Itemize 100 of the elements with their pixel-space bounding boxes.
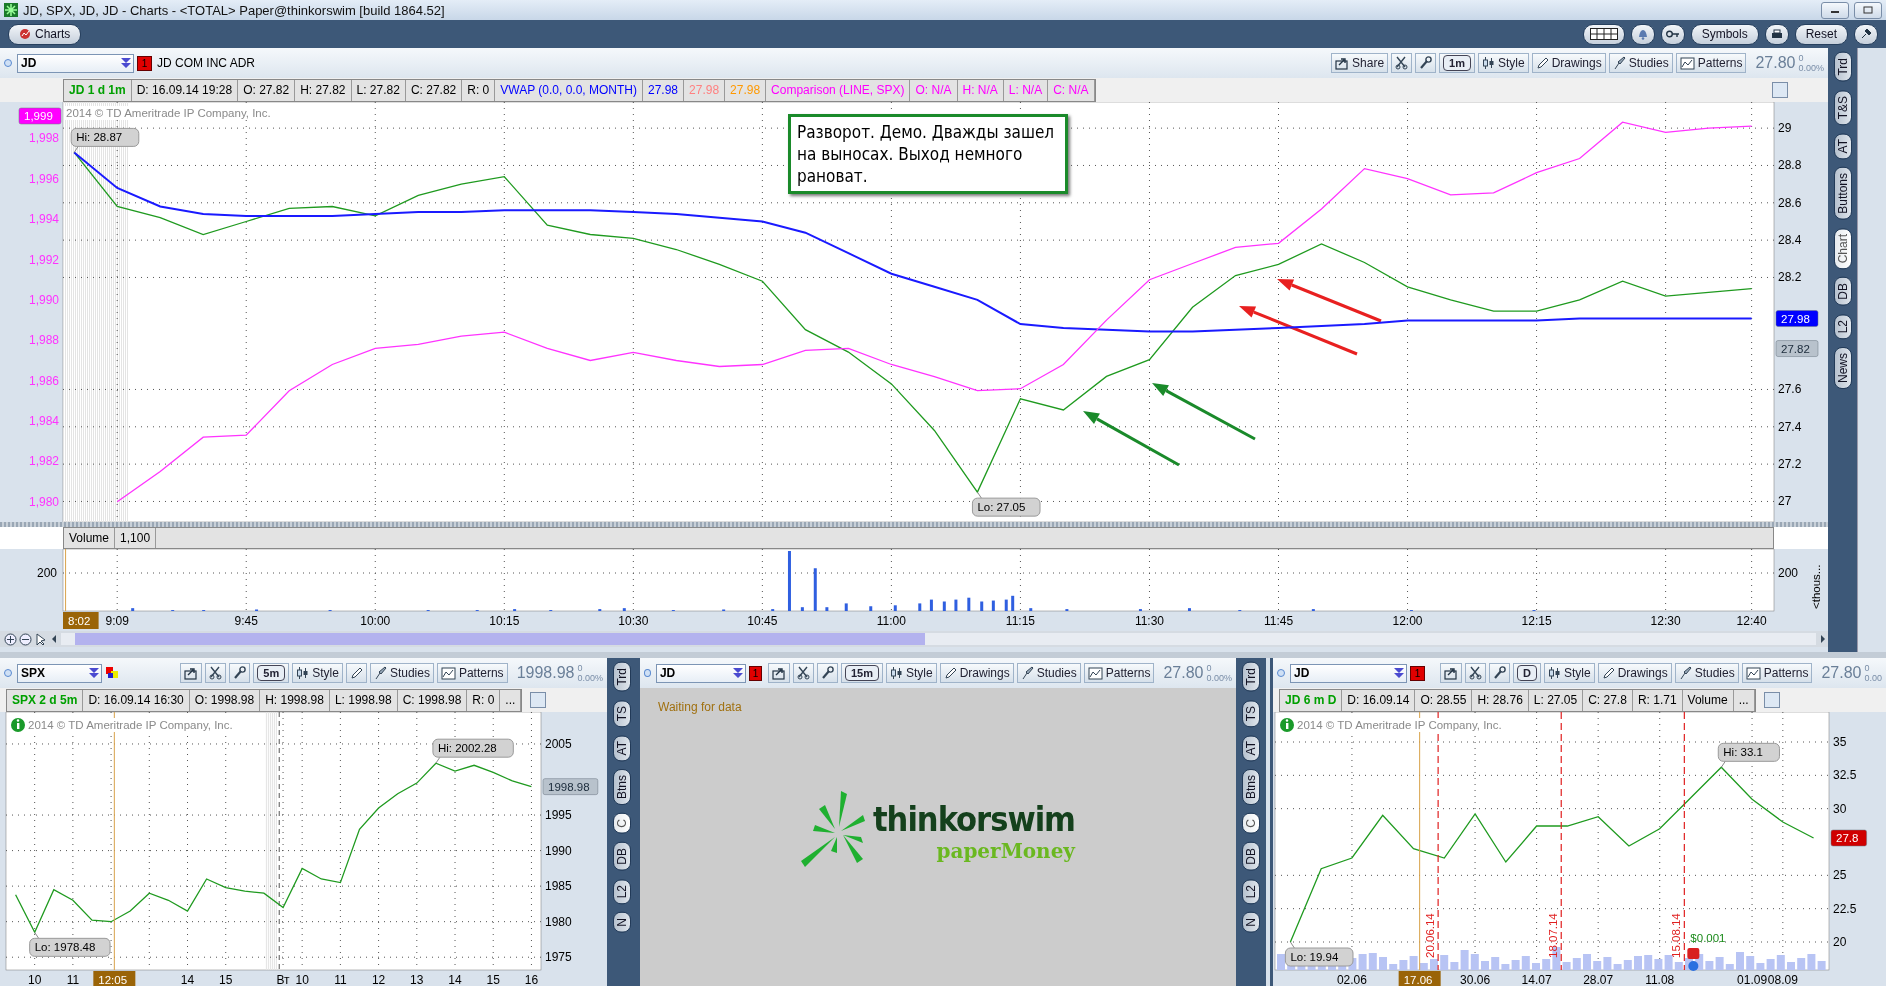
- side-tab[interactable]: Btns: [613, 769, 631, 806]
- symbol-field[interactable]: SPX: [17, 663, 102, 683]
- link-dot-icon[interactable]: [4, 59, 12, 67]
- pin-button[interactable]: [1854, 23, 1878, 45]
- side-tab[interactable]: C: [613, 813, 631, 835]
- symbols-button[interactable]: Symbols: [1690, 23, 1759, 45]
- info-icon[interactable]: [1280, 718, 1294, 732]
- side-tab[interactable]: TS: [1242, 699, 1260, 727]
- side-tab[interactable]: Btns: [1242, 769, 1260, 806]
- symbol-field[interactable]: JD: [655, 663, 747, 683]
- study-icon[interactable]: [530, 692, 547, 708]
- aggregation-button[interactable]: 1m: [1443, 55, 1471, 71]
- side-tab[interactable]: DB: [1833, 277, 1852, 307]
- toolbar-button[interactable]: Studies: [1608, 53, 1673, 73]
- toolbar-button[interactable]: Patterns: [1675, 53, 1747, 73]
- side-tab[interactable]: Buttons: [1833, 167, 1852, 221]
- side-tab[interactable]: C: [1242, 813, 1260, 835]
- toolbar-button[interactable]: Drawings: [1597, 663, 1672, 683]
- toolbar-button[interactable]: Patterns: [436, 663, 508, 683]
- grid-layout-button[interactable]: [1582, 23, 1625, 45]
- alert-button[interactable]: [1630, 23, 1655, 45]
- info-icon[interactable]: [11, 718, 25, 732]
- time-axis-label: 28.07: [1583, 973, 1614, 986]
- minimize-button[interactable]: [1821, 1, 1849, 19]
- alert-badge[interactable]: 1: [749, 665, 762, 681]
- side-tab[interactable]: T&S: [1833, 89, 1852, 125]
- volume-bar: [813, 568, 817, 611]
- side-tab[interactable]: AT: [1833, 132, 1852, 160]
- toolbar-button[interactable]: Studies: [1016, 663, 1081, 683]
- toolbar-button[interactable]: Drawings: [1531, 53, 1606, 73]
- toolbar-button[interactable]: Style: [886, 663, 937, 683]
- side-tab[interactable]: L2: [1833, 314, 1852, 340]
- alert-badge[interactable]: 1: [137, 55, 152, 71]
- side-tab[interactable]: N: [1242, 912, 1260, 933]
- symbol-field[interactable]: JD: [1290, 663, 1407, 683]
- low-price-label: Lo: 1978.48: [29, 931, 111, 957]
- side-tab[interactable]: AT: [1242, 734, 1260, 762]
- toolbar-button[interactable]: Patterns: [1083, 663, 1155, 683]
- side-tab[interactable]: DB: [613, 842, 631, 871]
- link-dot-icon[interactable]: [1277, 669, 1285, 677]
- symbol-field[interactable]: JD: [17, 53, 134, 73]
- side-tab[interactable]: L2: [1242, 878, 1260, 905]
- link-dot-icon[interactable]: [4, 669, 12, 677]
- toolbar-icon-button[interactable]: [816, 663, 838, 683]
- zoom-in-icon[interactable]: [4, 632, 17, 646]
- time-axis-label: 10: [28, 973, 42, 986]
- toolbar-button[interactable]: Share: [1331, 53, 1389, 73]
- pointer-icon[interactable]: [34, 632, 47, 646]
- key-button[interactable]: [1660, 23, 1685, 45]
- percent-change: 0.00: [1864, 673, 1882, 683]
- toolbar-icon-button[interactable]: [1440, 663, 1463, 683]
- side-tab[interactable]: TS: [613, 699, 631, 727]
- toolbar-button[interactable]: Patterns: [1741, 663, 1813, 683]
- side-tab[interactable]: Trd: [1833, 52, 1852, 82]
- reset-button[interactable]: Reset: [1794, 23, 1848, 45]
- toolbar-button[interactable]: Style: [1544, 663, 1595, 683]
- side-tab[interactable]: News: [1833, 347, 1852, 390]
- toolbar-button[interactable]: Studies: [369, 663, 434, 683]
- toolbar-icon-button[interactable]: [1391, 53, 1413, 73]
- pattern-chart-icon: [1679, 56, 1695, 70]
- aggregation-button[interactable]: 15m: [844, 665, 879, 681]
- comparison-axis-label: 1,986: [28, 373, 59, 388]
- toolbar-button[interactable]: Studies: [1674, 663, 1739, 683]
- toolbar-icon-button[interactable]: [180, 663, 203, 683]
- cursor-time-label: 8:02: [63, 612, 99, 629]
- side-tab[interactable]: Trd: [613, 662, 631, 692]
- side-tab[interactable]: Chart: [1833, 228, 1852, 270]
- study-icon[interactable]: [1772, 82, 1788, 98]
- toolbar-button[interactable]: Style: [1478, 53, 1529, 73]
- alert-badge[interactable]: 1: [1410, 665, 1425, 681]
- toolbar-icon-button[interactable]: [1465, 663, 1487, 683]
- candlestick-icon: [296, 666, 310, 680]
- chart-info-cell: O: N/A: [910, 79, 958, 101]
- side-tab[interactable]: N: [613, 912, 631, 933]
- toolbar-button[interactable]: Style: [292, 663, 343, 683]
- side-tab[interactable]: DB: [1242, 842, 1260, 871]
- toolbar-icon-button[interactable]: [1489, 663, 1511, 683]
- color-squares-icon[interactable]: [105, 666, 119, 680]
- toolbar-icon-button[interactable]: [1415, 53, 1437, 73]
- lightbulb-icon: [1688, 961, 1699, 971]
- toolbar-button[interactable]: Drawings: [939, 663, 1014, 683]
- aggregation-button[interactable]: 5m: [257, 665, 286, 681]
- toolbar-icon-button[interactable]: [205, 663, 227, 683]
- wrench-icon: [820, 666, 834, 680]
- time-axis-label: 15: [486, 973, 500, 986]
- charts-button[interactable]: Charts: [8, 23, 82, 45]
- zoom-out-icon[interactable]: [19, 632, 32, 646]
- side-tab[interactable]: AT: [613, 734, 631, 762]
- chart-info-cell: H: N/A: [957, 79, 1004, 101]
- toolbar-icon-button[interactable]: [767, 663, 790, 683]
- toolbar-icon-button[interactable]: [792, 663, 814, 683]
- scrollbar-thumb[interactable]: [75, 633, 925, 645]
- toolbar-icon-button[interactable]: [345, 663, 367, 683]
- toolbar-icon-button[interactable]: [229, 663, 251, 683]
- side-tab[interactable]: L2: [613, 878, 631, 905]
- side-tab[interactable]: Trd: [1242, 662, 1260, 692]
- aggregation-button[interactable]: D: [1517, 665, 1537, 681]
- print-button[interactable]: [1764, 23, 1789, 45]
- study-icon[interactable]: [1763, 692, 1780, 708]
- link-dot-icon[interactable]: [644, 669, 651, 677]
